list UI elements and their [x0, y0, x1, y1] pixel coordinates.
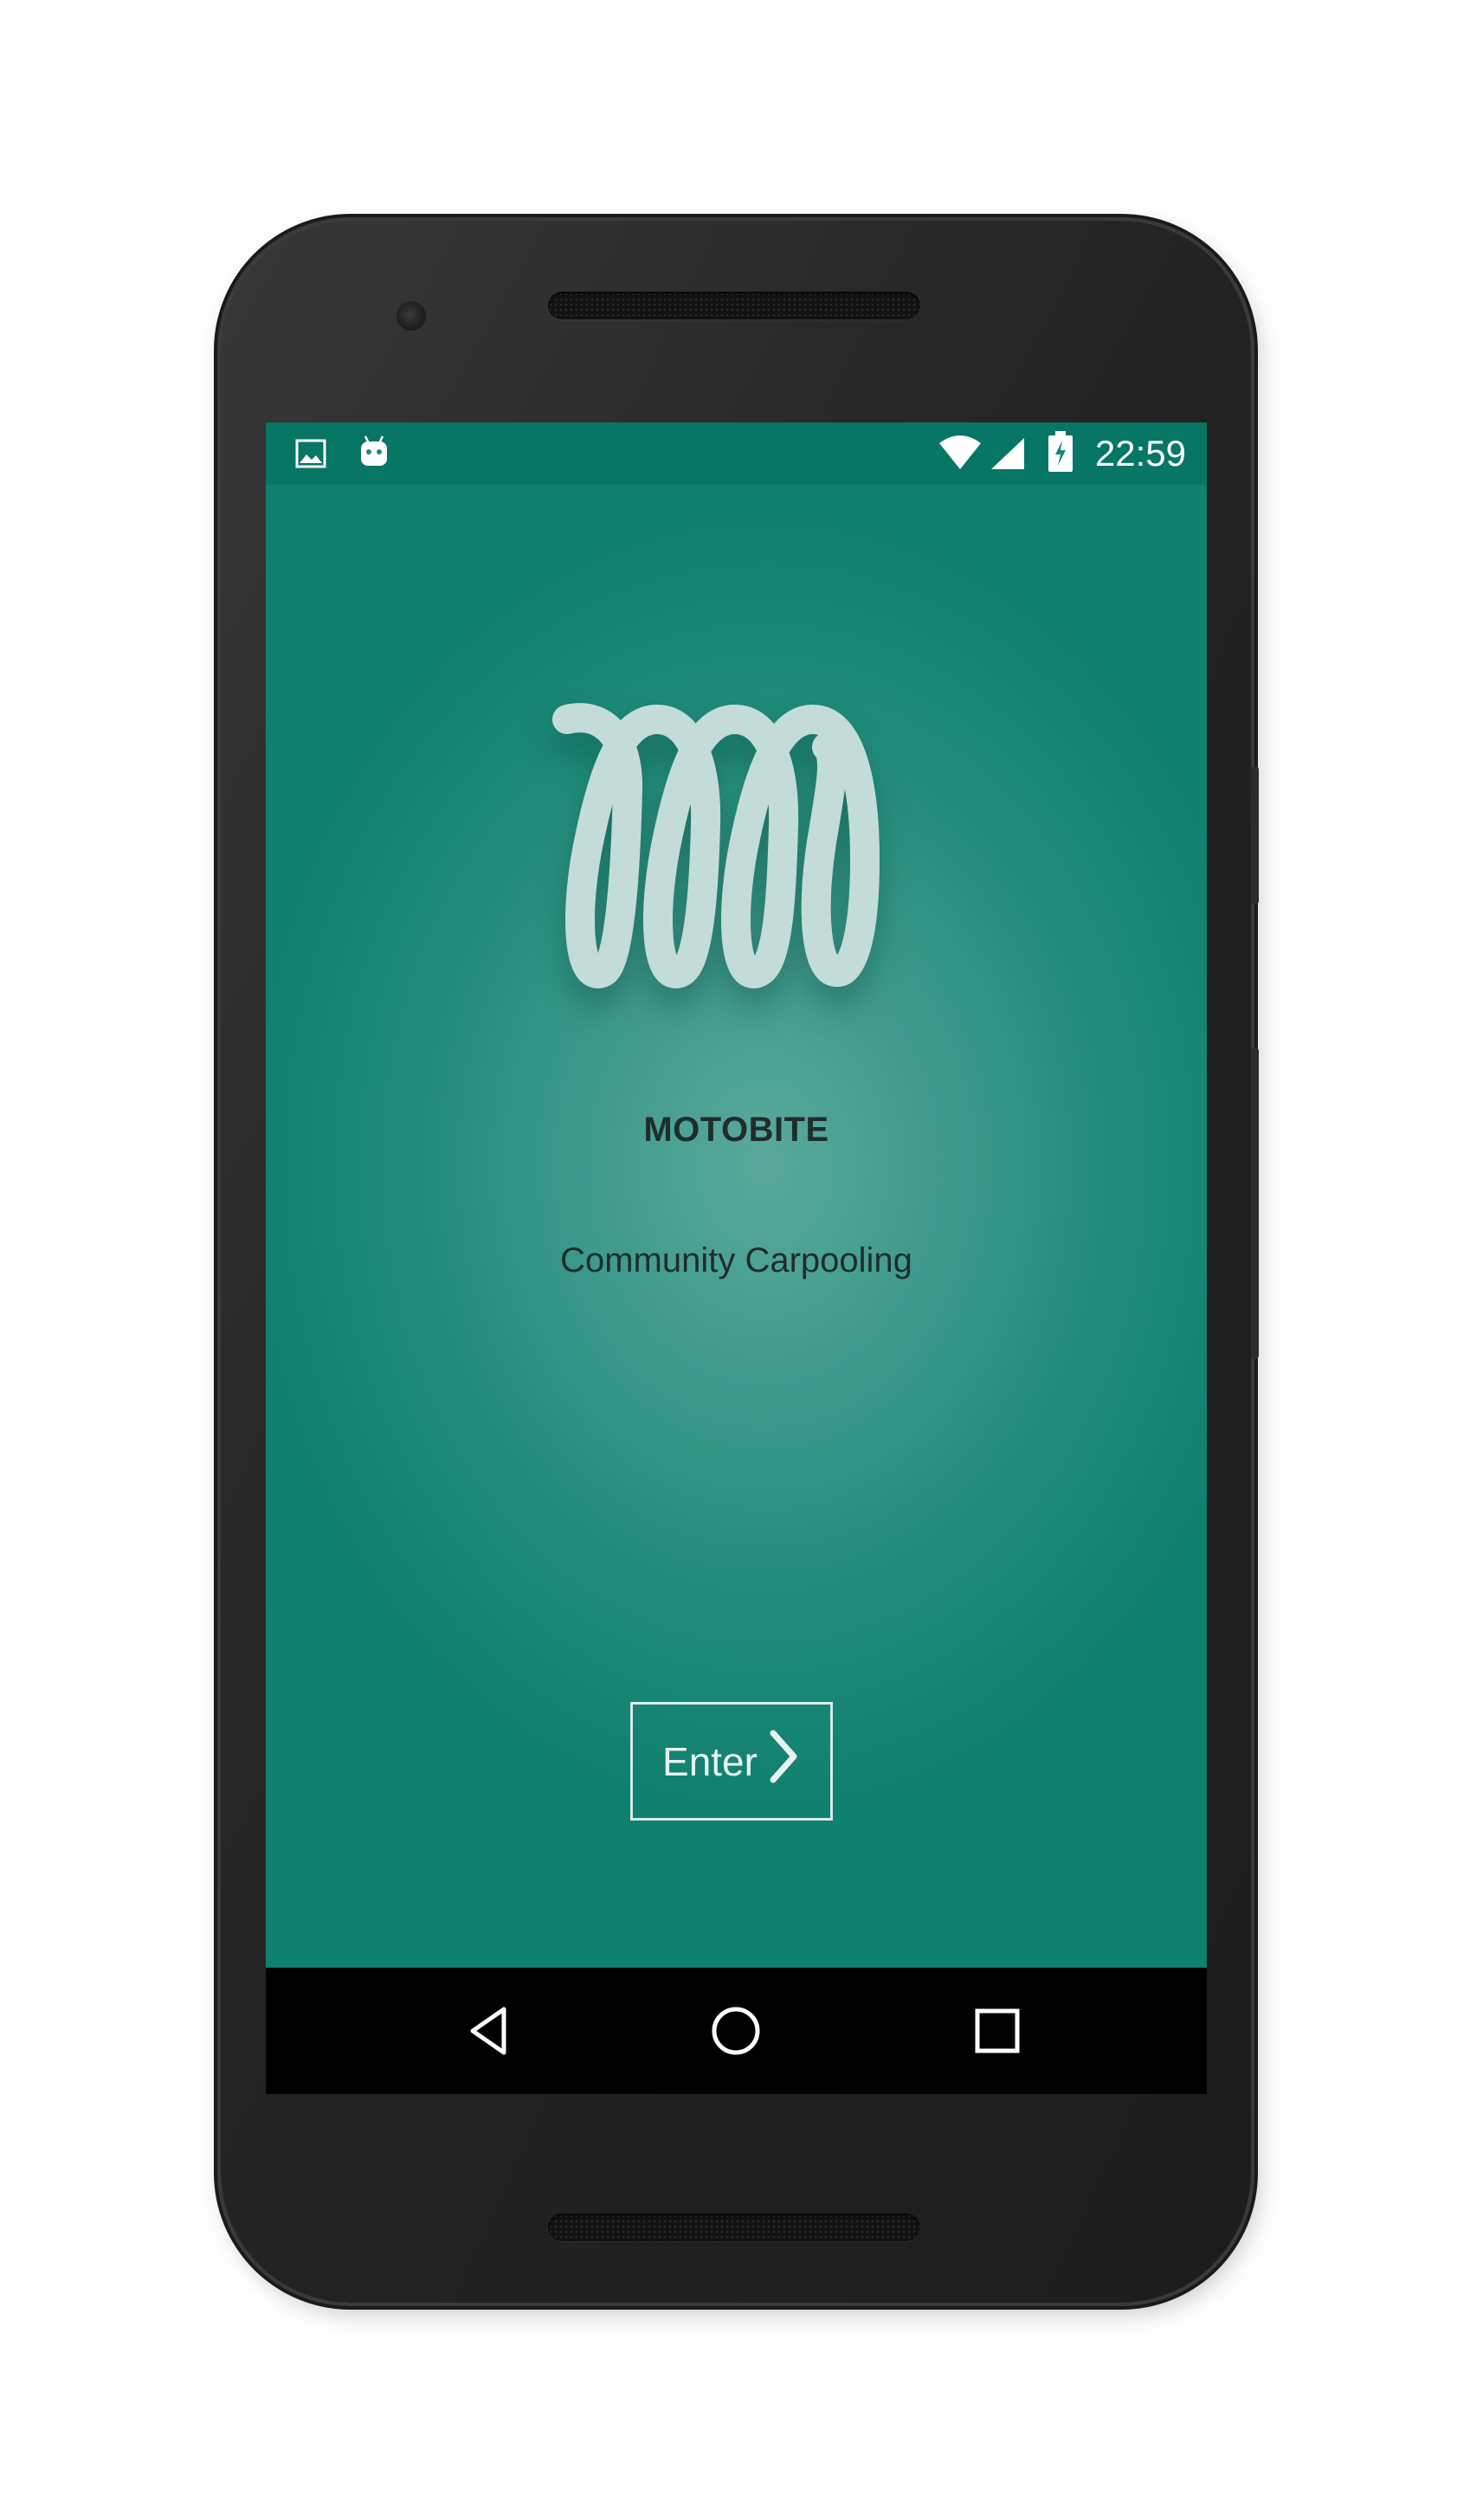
top-speaker-grille [548, 292, 920, 319]
recents-icon[interactable] [967, 2001, 1028, 2061]
android-icon [358, 435, 390, 474]
navigation-bar [266, 1968, 1207, 2094]
enter-button-label: Enter [662, 1738, 758, 1784]
cell-signal-icon [990, 436, 1026, 475]
image-icon [295, 438, 326, 474]
volume-button[interactable] [1251, 1047, 1259, 1359]
battery-charging-icon [1048, 431, 1073, 477]
chevron-right-icon [766, 1730, 801, 1793]
enter-button[interactable]: Enter [630, 1702, 833, 1821]
status-time: 22:59 [1094, 433, 1186, 474]
wifi-icon [938, 435, 983, 475]
phone-screen: 22:59 MOTOBITE Community Carpooling Ente… [266, 422, 1207, 2094]
status-bar: 22:59 [266, 422, 1207, 485]
splash-screen: 22:59 MOTOBITE Community Carpooling Ente… [266, 422, 1207, 1968]
power-button[interactable] [1251, 766, 1259, 905]
app-name: MOTOBITE [643, 1111, 829, 1149]
front-camera [397, 301, 426, 331]
app-tagline: Community Carpooling [560, 1241, 912, 1279]
spiral-loop-logo [552, 703, 880, 989]
bottom-speaker-grille [548, 2214, 920, 2241]
back-icon[interactable] [459, 2001, 519, 2061]
home-icon[interactable] [706, 2001, 766, 2061]
